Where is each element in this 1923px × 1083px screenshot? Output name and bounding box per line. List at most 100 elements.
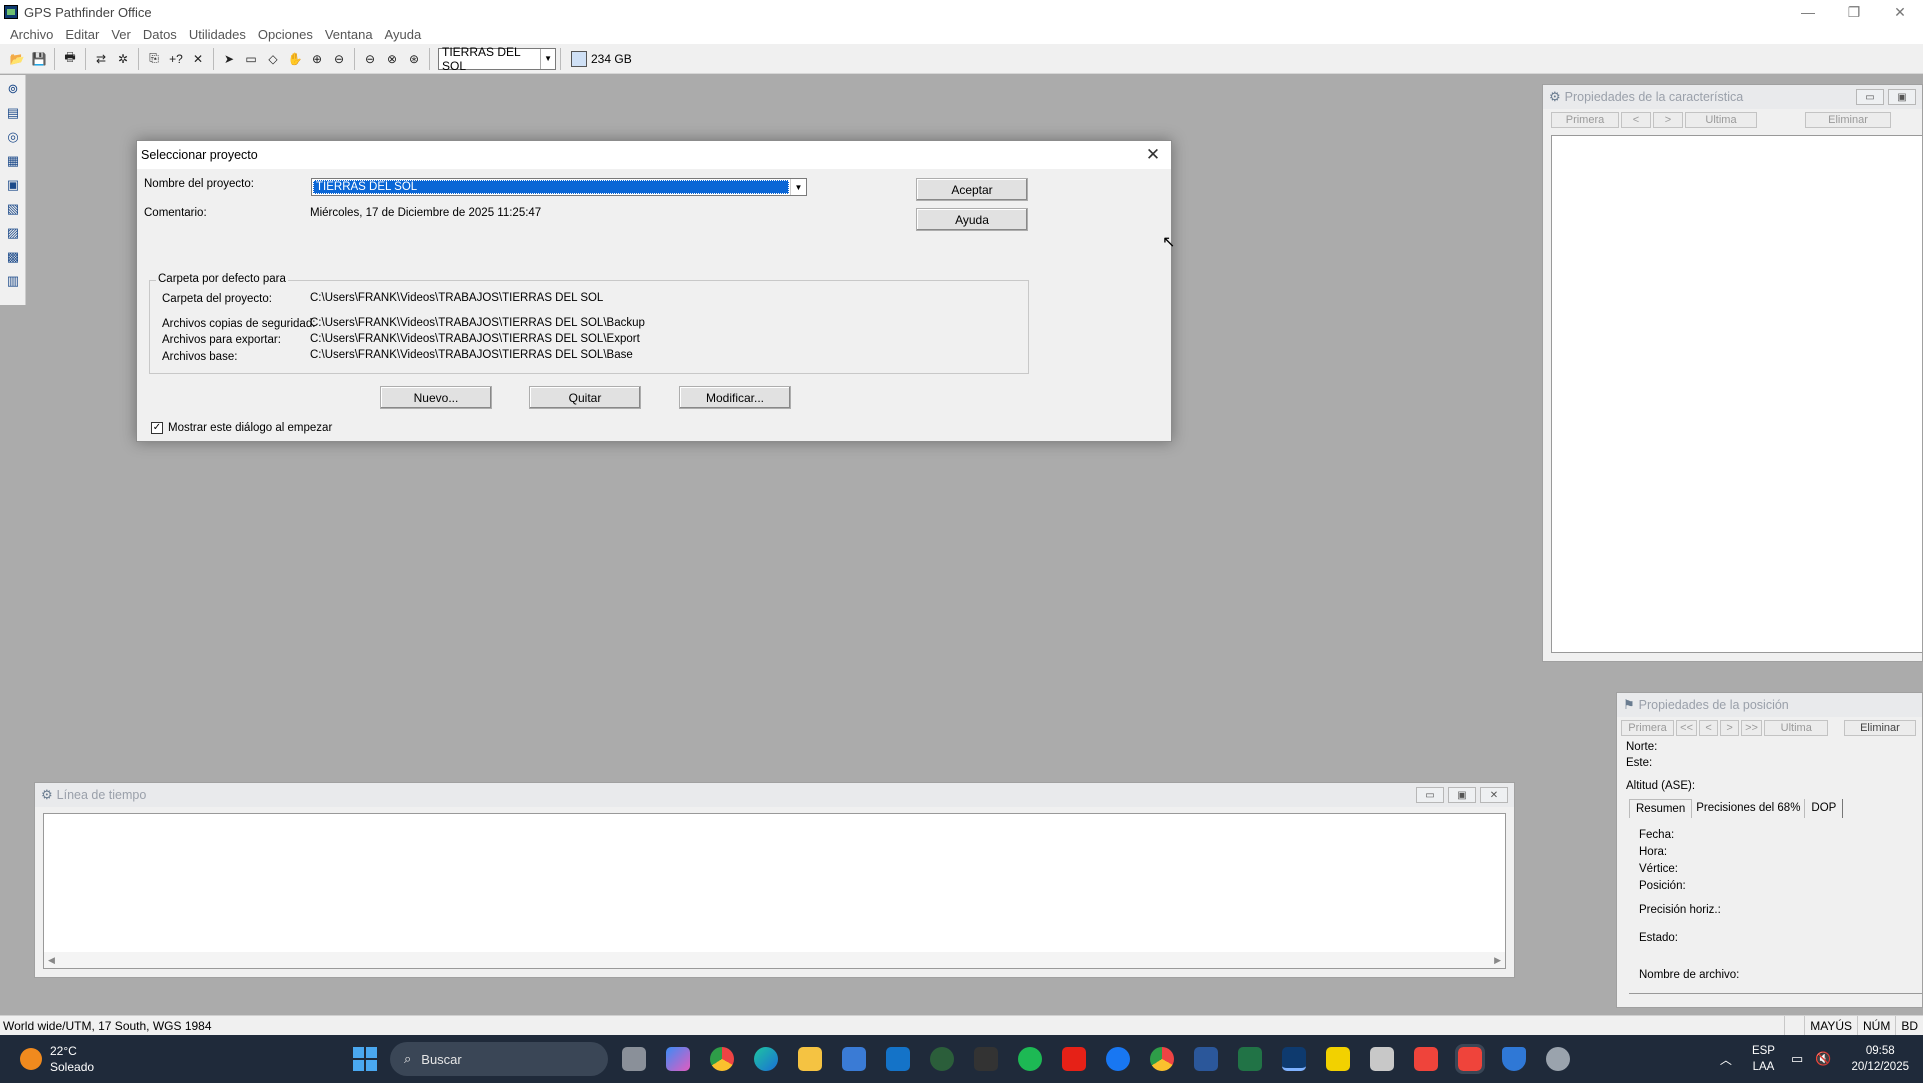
remove-button[interactable]: Quitar xyxy=(529,386,641,409)
layers-icon[interactable]: ▤ xyxy=(3,103,23,123)
minimize-icon[interactable]: ▭ xyxy=(1856,89,1884,105)
sticky-notes-icon[interactable] xyxy=(1326,1047,1350,1071)
last-button[interactable]: Ultima xyxy=(1685,112,1757,128)
zoom-in-icon[interactable]: ⊕ xyxy=(306,48,328,70)
delete-button[interactable]: Eliminar xyxy=(1805,112,1891,128)
next-button[interactable]: > xyxy=(1653,112,1683,128)
save-icon[interactable]: 💾 xyxy=(28,48,50,70)
tab-resumen[interactable]: Resumen xyxy=(1629,799,1693,818)
minimize-icon[interactable]: — xyxy=(1785,0,1831,24)
show-on-start-checkbox[interactable]: ✓ Mostrar este diálogo al empezar xyxy=(151,422,332,434)
restore-icon[interactable]: ❐ xyxy=(1831,0,1877,24)
gps-icon[interactable]: ◎ xyxy=(3,127,23,147)
minimize-icon[interactable]: ▭ xyxy=(1416,787,1444,803)
first-prev-button[interactable]: << xyxy=(1676,720,1698,736)
app-icon[interactable] xyxy=(930,1047,954,1071)
prev-button[interactable]: < xyxy=(1621,112,1651,128)
outlook-icon[interactable] xyxy=(886,1047,910,1071)
zoom-world-icon[interactable]: ⊛ xyxy=(403,48,425,70)
menu-editar[interactable]: Editar xyxy=(59,27,105,42)
chrome-icon[interactable] xyxy=(710,1047,734,1071)
project-name-select[interactable]: TIERRAS DEL SOL ▼ xyxy=(311,178,807,196)
accept-button[interactable]: Aceptar xyxy=(916,178,1028,201)
pathfinder-office-icon[interactable] xyxy=(1282,1047,1306,1071)
horizontal-scrollbar[interactable]: ◀ ▶ xyxy=(44,952,1505,968)
zoom-previous-icon[interactable]: ⊖ xyxy=(359,48,381,70)
chevron-down-icon[interactable]: ▼ xyxy=(790,179,806,195)
tools-icon[interactable]: ✕ xyxy=(187,48,209,70)
modify-button[interactable]: Modificar... xyxy=(679,386,791,409)
transfer-icon[interactable]: ⇄ xyxy=(90,48,112,70)
facebook-icon[interactable] xyxy=(1106,1047,1130,1071)
open-folder-icon[interactable]: 📂 xyxy=(6,48,28,70)
report-icon[interactable]: ▩ xyxy=(3,247,23,267)
delete-button[interactable]: Eliminar xyxy=(1843,720,1916,736)
differential-correction-icon[interactable]: ✲ xyxy=(112,48,134,70)
close-icon[interactable]: ✕ xyxy=(1141,143,1165,167)
project-combo[interactable]: TIERRAS DEL SOL ▼ xyxy=(438,45,556,73)
zoom-out-icon[interactable]: ⊖ xyxy=(328,48,350,70)
first-button[interactable]: Primera xyxy=(1621,720,1675,736)
spotify-icon[interactable] xyxy=(1018,1047,1042,1071)
disk-icon[interactable] xyxy=(571,50,587,67)
task-view-icon[interactable] xyxy=(622,1047,646,1071)
word-icon[interactable] xyxy=(1194,1047,1218,1071)
pan-hand-icon[interactable]: ✋ xyxy=(284,48,306,70)
close-icon[interactable]: ✕ xyxy=(1877,0,1923,24)
tab-dop[interactable]: DOP xyxy=(1805,799,1844,818)
context-help-icon[interactable]: +? xyxy=(165,48,187,70)
scroll-right-icon[interactable]: ▶ xyxy=(1494,955,1501,966)
checkbox-check-icon[interactable]: ✓ xyxy=(151,422,163,434)
language-indicator[interactable]: ESP LAA xyxy=(1742,1043,1785,1075)
export-icon[interactable]: ▧ xyxy=(3,199,23,219)
settings-icon[interactable] xyxy=(1546,1047,1570,1071)
select-pointer-icon[interactable]: ➤ xyxy=(218,48,240,70)
new-button[interactable]: Nuevo... xyxy=(380,386,492,409)
menu-ver[interactable]: Ver xyxy=(105,27,137,42)
restore-icon[interactable]: ▣ xyxy=(1448,787,1476,803)
menu-archivo[interactable]: Archivo xyxy=(4,27,59,42)
chevron-up-icon[interactable]: ︿ xyxy=(1710,1051,1742,1068)
clock[interactable]: 09:58 20/12/2025 xyxy=(1837,1043,1923,1075)
copilot-icon[interactable] xyxy=(666,1047,690,1071)
start-icon[interactable] xyxy=(353,1047,377,1071)
last-button[interactable]: Ultima xyxy=(1764,720,1829,736)
chevron-down-icon[interactable]: ▼ xyxy=(540,48,555,69)
computer-icon[interactable]: ▥ xyxy=(3,271,23,291)
anydesk-icon[interactable] xyxy=(1414,1047,1438,1071)
next-button[interactable]: > xyxy=(1720,720,1740,736)
data-dictionary-icon[interactable]: ▦ xyxy=(3,151,23,171)
menu-ventana[interactable]: Ventana xyxy=(319,27,379,42)
youtube-icon[interactable] xyxy=(1062,1047,1086,1071)
eraser-icon[interactable]: ◇ xyxy=(262,48,284,70)
snipping-tool-icon[interactable] xyxy=(1370,1047,1394,1071)
map-icon[interactable]: ⊚ xyxy=(3,79,23,99)
taskbar-search[interactable]: ⌕ Buscar xyxy=(390,1042,608,1076)
app-icon[interactable] xyxy=(974,1047,998,1071)
store-icon[interactable] xyxy=(842,1047,866,1071)
next-last-button[interactable]: >> xyxy=(1741,720,1763,736)
menu-ayuda[interactable]: Ayuda xyxy=(379,27,428,42)
speaker-muted-icon[interactable]: 🔇 xyxy=(1809,1051,1837,1067)
zoom-extents-icon[interactable]: ⊗ xyxy=(381,48,403,70)
first-button[interactable]: Primera xyxy=(1551,112,1619,128)
tab-precisiones[interactable]: Precisiones del 68% xyxy=(1692,799,1806,818)
prev-button[interactable]: < xyxy=(1699,720,1719,736)
chrome-icon[interactable] xyxy=(1150,1047,1174,1071)
weather-widget[interactable]: 22°C Soleado xyxy=(20,1043,94,1075)
measure-ruler-icon[interactable]: ▭ xyxy=(240,48,262,70)
file-explorer-icon[interactable] xyxy=(798,1047,822,1071)
anydesk-icon[interactable] xyxy=(1455,1044,1485,1074)
menu-utilidades[interactable]: Utilidades xyxy=(183,27,252,42)
close-icon[interactable]: ✕ xyxy=(1480,787,1508,803)
security-shield-icon[interactable] xyxy=(1502,1047,1526,1071)
import-icon[interactable]: ▨ xyxy=(3,223,23,243)
help-button[interactable]: Ayuda xyxy=(916,208,1028,231)
excel-icon[interactable] xyxy=(1238,1047,1262,1071)
files-icon[interactable]: ▣ xyxy=(3,175,23,195)
network-icon[interactable]: ▭ xyxy=(1785,1051,1809,1067)
restore-icon[interactable]: ▣ xyxy=(1888,89,1916,105)
menu-opciones[interactable]: Opciones xyxy=(252,27,319,42)
scroll-left-icon[interactable]: ◀ xyxy=(48,955,55,966)
menu-datos[interactable]: Datos xyxy=(137,27,183,42)
